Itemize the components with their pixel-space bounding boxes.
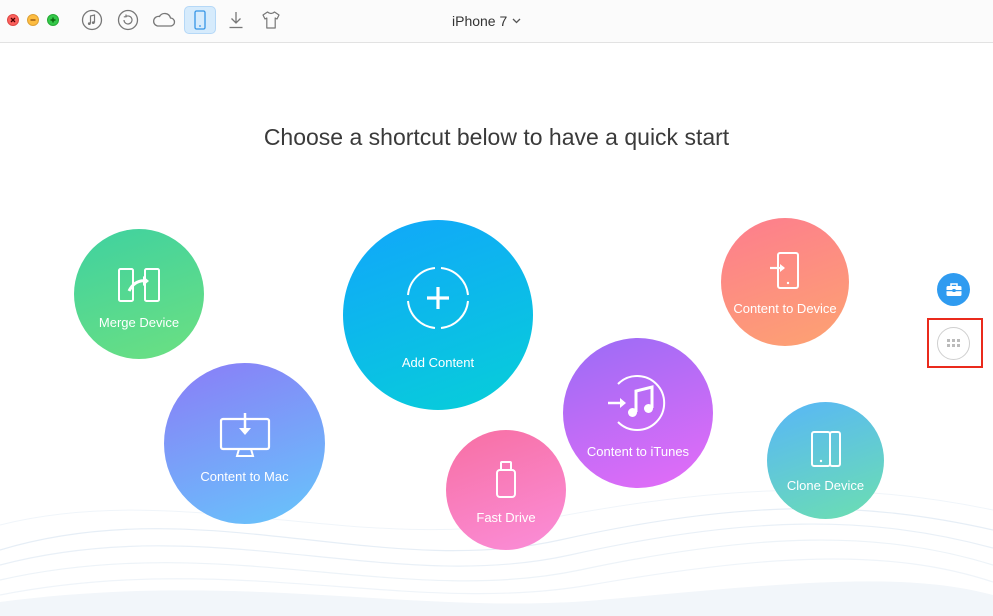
merge-device-label: Merge Device [98,314,180,330]
theme-button[interactable] [255,6,287,34]
shirt-icon [262,11,280,29]
device-manager-button[interactable] [184,6,216,34]
cloud-icon [153,12,176,27]
icloud-button[interactable] [148,6,180,34]
usb-drive-icon [496,460,516,498]
clone-device-shortcut[interactable]: Clone Device [767,402,884,519]
merge-device-icon [118,267,160,302]
content-to-mac-label: Content to Mac [200,469,289,484]
clone-device-icon [810,431,841,467]
music-note-icon [81,9,103,31]
backup-restore-button[interactable] [112,6,144,34]
grid-icon [946,339,960,347]
window-close-button[interactable] [7,14,19,26]
toolkit-button[interactable] [937,273,970,306]
page-heading: Choose a shortcut below to have a quick … [263,124,730,150]
chevron-down-icon [512,18,521,24]
phone-icon [194,10,206,30]
merge-device-shortcut[interactable]: Merge Device [74,229,204,359]
media-download-button[interactable] [220,6,252,34]
toolbox-icon [946,282,961,296]
fast-drive-shortcut[interactable]: Fast Drive [446,430,566,550]
apps-button[interactable] [937,327,970,360]
phone-import-icon [770,251,799,289]
content-to-itunes-label: Content to iTunes [586,443,690,459]
download-icon [229,12,243,29]
toolbar: iPhone 7 [0,0,993,43]
content-to-device-label: Content to Device [733,300,837,316]
add-content-label: Add Content [401,354,475,370]
restore-icon [117,9,139,31]
content-to-mac-shortcut[interactable]: Content to Mac [164,363,325,524]
content-to-itunes-shortcut[interactable]: Content to iTunes [563,338,713,488]
device-selector[interactable]: iPhone 7 [452,11,521,31]
content-to-device-shortcut[interactable]: Content to Device [721,218,849,346]
device-name: iPhone 7 [452,13,508,29]
fast-drive-label: Fast Drive [476,509,536,525]
clone-device-label: Clone Device [786,478,865,493]
monitor-icon [219,413,270,457]
itunes-icon [608,374,666,431]
window-minimize-button[interactable] [27,14,39,26]
add-icon [407,266,469,329]
add-content-shortcut[interactable]: Add Content [343,220,533,410]
window-maximize-button[interactable] [47,14,59,26]
itunes-library-button[interactable] [76,6,108,34]
